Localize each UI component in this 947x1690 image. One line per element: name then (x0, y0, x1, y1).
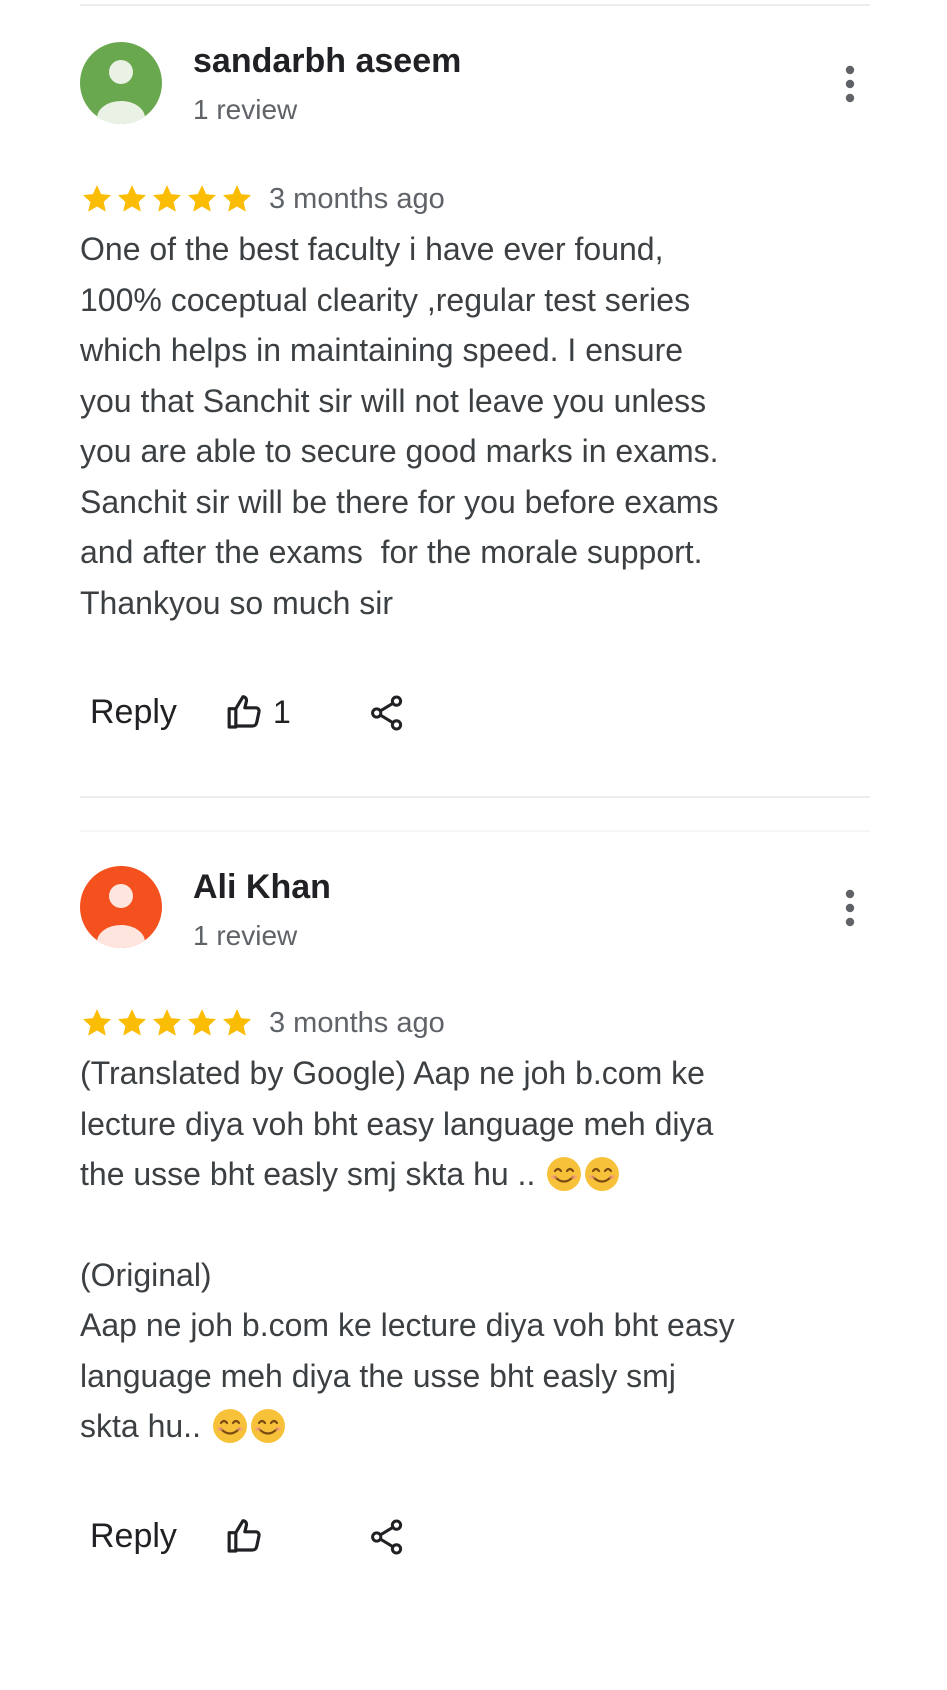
more-vert-icon[interactable] (838, 886, 862, 930)
review-actions: Reply (90, 1508, 403, 1564)
reply-button[interactable]: Reply (90, 1517, 177, 1556)
star-icon (187, 185, 217, 212)
review-original-label: (Original) (80, 1257, 212, 1293)
review-actions: Reply 1 (90, 684, 403, 740)
share-button[interactable] (368, 694, 406, 737)
star-rating (80, 182, 255, 216)
more-vert-icon[interactable] (838, 62, 862, 106)
like-button[interactable] (225, 1516, 273, 1556)
author-review-count: 1 review (193, 94, 298, 125)
review-time: 3 months ago (269, 1006, 445, 1039)
author-name[interactable]: sandarbh aseem (193, 42, 461, 81)
rating-row: 3 months ago (80, 1001, 445, 1045)
like-count: 1 (273, 693, 291, 730)
like-button[interactable]: 1 (225, 692, 291, 732)
author-review-count: 1 review (193, 920, 298, 951)
review-text-original: Aap ne joh b.com ke lecture diya voh bht… (80, 1300, 880, 1452)
star-rating (80, 1006, 255, 1040)
thumbs-up-icon (227, 1519, 261, 1553)
star-icon (152, 185, 182, 212)
smiling-face-emoji (585, 1157, 620, 1191)
review-text-translated: (Translated by Google) Aap ne joh b.com … (80, 1048, 880, 1200)
smiling-face-emoji (250, 1409, 285, 1443)
star-icon (222, 1009, 252, 1036)
reply-button[interactable]: Reply (90, 693, 177, 732)
thumbs-up-icon (227, 695, 261, 729)
review-text: One of the best faculty i have ever foun… (80, 231, 719, 621)
star-icon (117, 185, 147, 212)
share-button[interactable] (368, 1518, 406, 1561)
review-time: 3 months ago (269, 182, 445, 215)
smiling-face-emoji (212, 1409, 247, 1443)
review-divider (80, 830, 870, 832)
smiling-face-emoji (547, 1157, 582, 1191)
avatar[interactable] (80, 42, 162, 124)
star-icon (117, 1009, 147, 1036)
star-icon (82, 185, 112, 212)
author-name[interactable]: Ali Khan (193, 868, 331, 907)
star-icon (222, 185, 252, 212)
share-icon (371, 695, 403, 731)
share-icon (371, 1519, 403, 1555)
star-icon (187, 1009, 217, 1036)
person-icon (80, 866, 162, 948)
rating-row: 3 months ago (80, 177, 445, 221)
star-icon (152, 1009, 182, 1036)
review-divider (80, 796, 870, 798)
original-text: Aap ne joh b.com ke lecture diya voh bht… (80, 1307, 735, 1444)
person-icon (80, 42, 162, 124)
top-divider (80, 4, 870, 6)
star-icon (82, 1009, 112, 1036)
avatar[interactable] (80, 866, 162, 948)
